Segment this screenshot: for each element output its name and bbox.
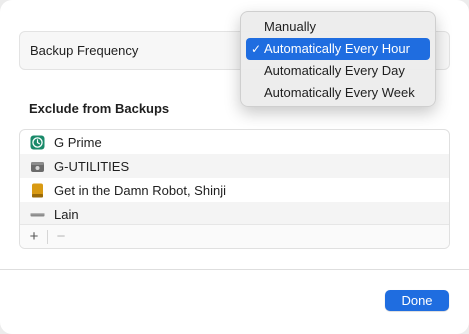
thin-drive-icon <box>30 207 45 222</box>
list-item[interactable]: G-UTILITIES <box>20 154 449 178</box>
footer-divider-line <box>0 269 469 270</box>
add-exclusion-button[interactable]: + <box>26 228 42 245</box>
exclude-section-title: Exclude from Backups <box>29 101 170 116</box>
menu-item-every-day[interactable]: Automatically Every Day <box>246 60 430 82</box>
list-item-label: Get in the Damn Robot, Shinji <box>54 182 226 198</box>
remove-exclusion-button[interactable]: − <box>53 228 69 245</box>
list-footer: + − <box>20 224 449 248</box>
folder-drive-icon <box>30 183 45 198</box>
backup-frequency-menu: Manually ✓ Automatically Every Hour Auto… <box>240 11 436 107</box>
time-machine-drive-icon <box>30 135 45 150</box>
backup-settings-sheet: Backup Frequency Exclude from Backups G … <box>0 0 469 334</box>
footer-divider <box>47 229 48 244</box>
list-item-label: G Prime <box>54 134 102 150</box>
menu-item-manually[interactable]: Manually <box>246 16 430 38</box>
list-item-label: Lain <box>54 206 79 222</box>
list-item-label: G-UTILITIES <box>54 158 130 174</box>
list-item[interactable]: G Prime <box>20 130 449 154</box>
backup-frequency-label: Backup Frequency <box>30 43 139 58</box>
menu-item-label: Automatically Every Week <box>264 85 415 100</box>
checkmark-icon: ✓ <box>251 42 262 56</box>
menu-item-label: Automatically Every Day <box>264 63 405 78</box>
exclude-list: G Prime G-UTILITIES Get in the Damn Robo… <box>19 129 450 249</box>
done-button[interactable]: Done <box>385 290 449 311</box>
menu-item-every-week[interactable]: Automatically Every Week <box>246 82 430 104</box>
list-item[interactable]: Get in the Damn Robot, Shinji <box>20 178 449 202</box>
menu-item-every-hour[interactable]: ✓ Automatically Every Hour <box>246 38 430 60</box>
external-drive-icon <box>30 159 45 174</box>
menu-item-label: Automatically Every Hour <box>264 41 410 56</box>
menu-item-label: Manually <box>264 19 317 34</box>
list-item[interactable]: Lain <box>20 202 449 226</box>
